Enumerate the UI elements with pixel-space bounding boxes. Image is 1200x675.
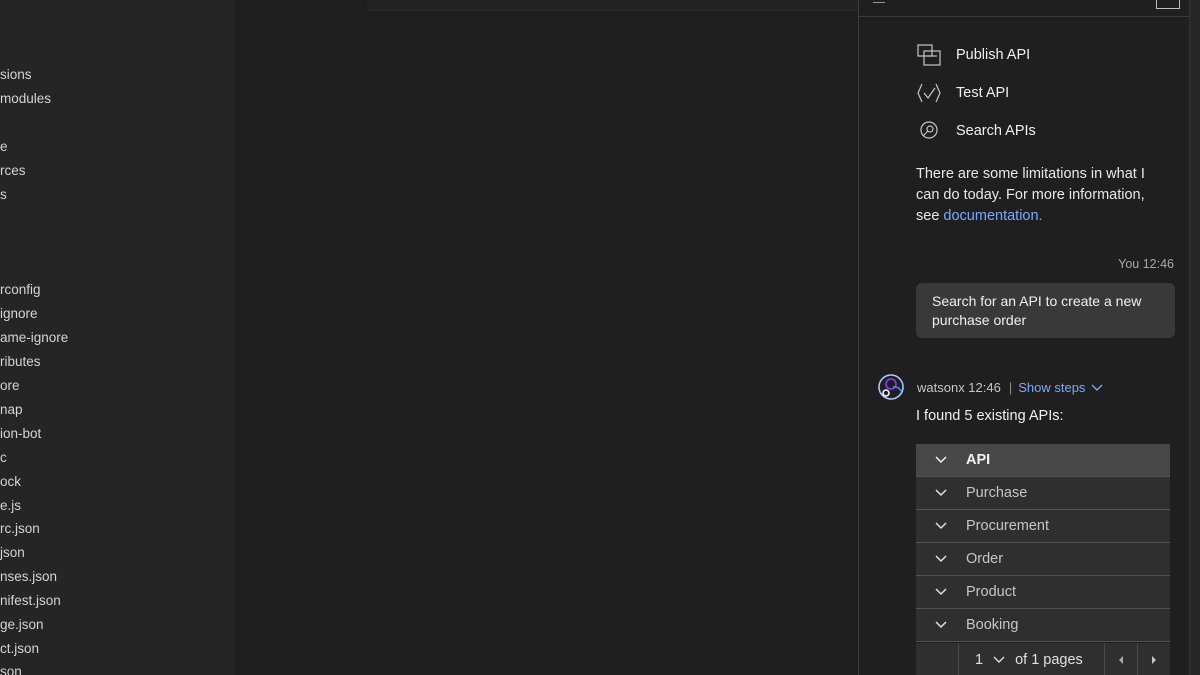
page-number: 1 (975, 652, 984, 668)
file-item[interactable]: json (0, 545, 25, 561)
table-row[interactable]: Procurement (916, 510, 1170, 543)
file-item[interactable]: ct.json (0, 641, 39, 657)
editor-area[interactable] (235, 0, 858, 675)
next-page-button[interactable] (1138, 643, 1170, 675)
bot-intro-text: I found 5 existing APIs: (916, 408, 1064, 424)
file-item[interactable]: e (0, 139, 8, 155)
file-item[interactable]: nses.json (0, 569, 57, 585)
documentation-link[interactable]: documentation. (943, 208, 1042, 224)
table-pagination: 1 of 1 pages (916, 643, 1170, 675)
table-row[interactable]: Booking (916, 609, 1170, 642)
file-item[interactable]: modules (0, 91, 51, 107)
caret-left-icon (1119, 656, 1123, 664)
limitations-message: There are some limitations in what I can… (916, 164, 1166, 227)
editor-tab-bar (367, 0, 858, 11)
bot-message-meta: watsonx 12:46 | Show steps (917, 380, 1103, 395)
capability-label: Publish API (956, 47, 1031, 63)
file-item[interactable]: ion-bot (0, 426, 41, 442)
assistant-panel: Publish API Test API Search APIs There a… (858, 0, 1190, 675)
table-row[interactable]: Purchase (916, 477, 1170, 510)
prev-page-button[interactable] (1105, 643, 1138, 675)
chevron-down-icon[interactable] (934, 455, 948, 465)
chevron-down-icon[interactable] (934, 620, 948, 630)
search-icon (920, 121, 938, 139)
table-row[interactable]: Order (916, 543, 1170, 576)
publish-icon (917, 44, 941, 66)
table-header-row[interactable]: API (916, 444, 1170, 477)
capability-publish-api: Publish API (916, 43, 1030, 67)
file-item[interactable]: ge.json (0, 617, 44, 633)
table-cell: Booking (966, 617, 1019, 633)
page-select[interactable]: 1 of 1 pages (959, 643, 1105, 675)
file-item[interactable]: rconfig (0, 282, 41, 298)
chevron-down-icon[interactable] (934, 488, 948, 498)
user-message: Search for an API to create a new purcha… (916, 283, 1175, 338)
show-steps-button[interactable]: Show steps (1018, 380, 1103, 395)
file-item[interactable]: ame-ignore (0, 330, 68, 346)
chevron-down-icon[interactable] (934, 554, 948, 564)
chevron-down-icon (993, 656, 1005, 663)
capability-label: Test API (956, 85, 1010, 101)
chevron-down-icon[interactable] (934, 521, 948, 531)
chevron-down-icon[interactable] (934, 587, 948, 597)
page-count: of 1 pages (1015, 652, 1083, 668)
api-table: API Purchase Procurement Order Product B… (916, 444, 1170, 642)
file-item[interactable]: nap (0, 402, 23, 418)
capability-search-apis: Search APIs (916, 119, 1036, 143)
file-item[interactable]: ignore (0, 306, 38, 322)
file-item[interactable]: ock (0, 474, 21, 490)
window-icon[interactable] (1156, 0, 1180, 9)
file-item[interactable]: nifest.json (0, 593, 61, 609)
file-item[interactable]: rces (0, 163, 26, 179)
file-item[interactable]: c (0, 450, 7, 466)
watsonx-avatar-icon (878, 374, 904, 400)
file-item[interactable]: son (0, 664, 22, 675)
bot-name-time: watsonx 12:46 (917, 380, 1001, 395)
table-cell: Purchase (966, 485, 1028, 501)
file-item[interactable]: ributes (0, 354, 41, 370)
table-header-api: API (966, 452, 991, 468)
table-row[interactable]: Product (916, 576, 1170, 609)
capability-test-api: Test API (916, 81, 1009, 105)
panel-header (859, 0, 1190, 17)
chevron-down-icon (1091, 384, 1103, 391)
file-item[interactable]: ore (0, 378, 20, 394)
caret-right-icon (1152, 656, 1156, 664)
file-explorer: sions modules e rces s rconfig ignore am… (0, 0, 235, 675)
file-item[interactable]: rc.json (0, 521, 40, 537)
file-item[interactable]: sions (0, 67, 32, 83)
table-cell: Order (966, 551, 1004, 567)
file-item[interactable]: e.js (0, 498, 21, 514)
menu-icon[interactable] (873, 0, 885, 3)
table-cell: Procurement (966, 518, 1050, 534)
capability-label: Search APIs (956, 123, 1036, 139)
table-cell: Product (966, 584, 1016, 600)
meta-separator: | (1008, 380, 1013, 395)
scrollbar[interactable] (1189, 0, 1200, 675)
file-item[interactable]: s (0, 187, 7, 203)
test-check-icon (917, 83, 941, 103)
user-message-meta: You 12:46 (1118, 257, 1174, 271)
pagination-spacer (916, 643, 959, 675)
show-steps-label: Show steps (1018, 380, 1086, 395)
